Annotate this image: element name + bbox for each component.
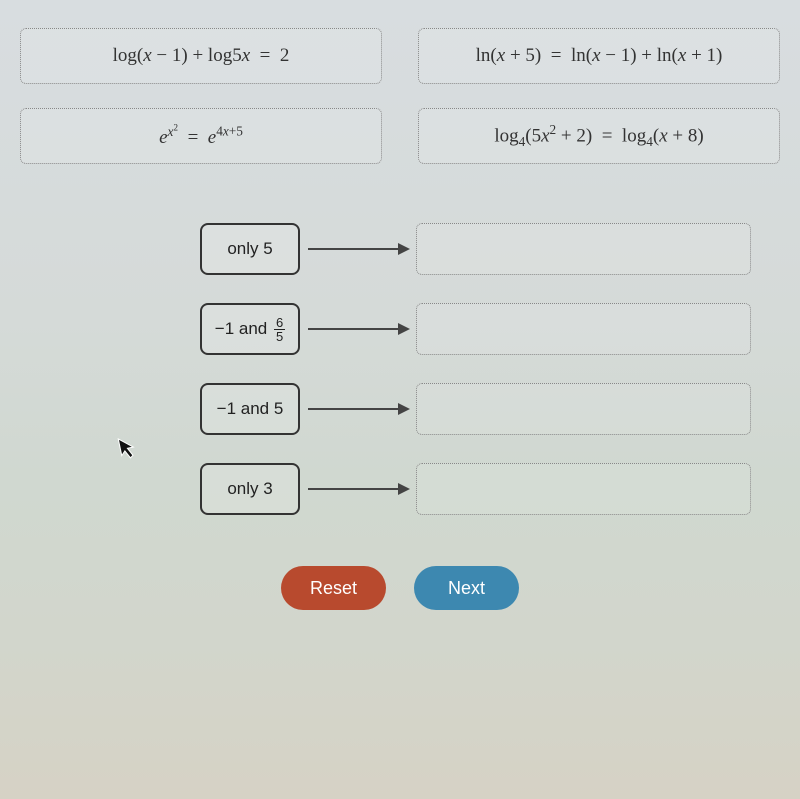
target-box-4[interactable]	[416, 463, 751, 515]
equation-4-text: log4(5x2 + 2) = log4(x + 8)	[494, 122, 703, 150]
equation-2-text: ln(x + 5) = ln(x − 1) + ln(x + 1)	[476, 45, 723, 67]
source-1-label: only 5	[227, 239, 272, 259]
source-box-2[interactable]: −1 and 65	[200, 303, 300, 355]
arrow-icon	[300, 408, 410, 410]
reset-label: Reset	[310, 578, 357, 599]
equation-box-3[interactable]: ex2 = e4x+5	[20, 108, 382, 164]
match-row-2: −1 and 65	[200, 304, 800, 354]
source-box-1[interactable]: only 5	[200, 223, 300, 275]
matching-area: only 5 −1 and 65 −1 and 5 only 3	[0, 224, 800, 514]
next-button[interactable]: Next	[414, 566, 519, 610]
source-box-3[interactable]: −1 and 5	[200, 383, 300, 435]
reset-button[interactable]: Reset	[281, 566, 386, 610]
source-3-label: −1 and 5	[217, 399, 284, 419]
equation-box-4[interactable]: log4(5x2 + 2) = log4(x + 8)	[418, 108, 780, 164]
arrow-icon	[300, 248, 410, 250]
target-box-1[interactable]	[416, 223, 751, 275]
match-row-3: −1 and 5	[200, 384, 800, 434]
button-bar: Reset Next	[0, 566, 800, 610]
next-label: Next	[448, 578, 485, 599]
equation-box-2[interactable]: ln(x + 5) = ln(x − 1) + ln(x + 1)	[418, 28, 780, 84]
equation-box-1[interactable]: log(x − 1) + log5x = 2	[20, 28, 382, 84]
equation-3-text: ex2 = e4x+5	[159, 123, 243, 149]
source-box-4[interactable]: only 3	[200, 463, 300, 515]
source-2-label: −1 and 65	[215, 316, 285, 343]
target-box-3[interactable]	[416, 383, 751, 435]
equation-1-text: log(x − 1) + log5x = 2	[113, 45, 290, 67]
match-row-4: only 3	[200, 464, 800, 514]
source-4-label: only 3	[227, 479, 272, 499]
arrow-icon	[300, 328, 410, 330]
arrow-icon	[300, 488, 410, 490]
target-box-2[interactable]	[416, 303, 751, 355]
match-row-1: only 5	[200, 224, 800, 274]
